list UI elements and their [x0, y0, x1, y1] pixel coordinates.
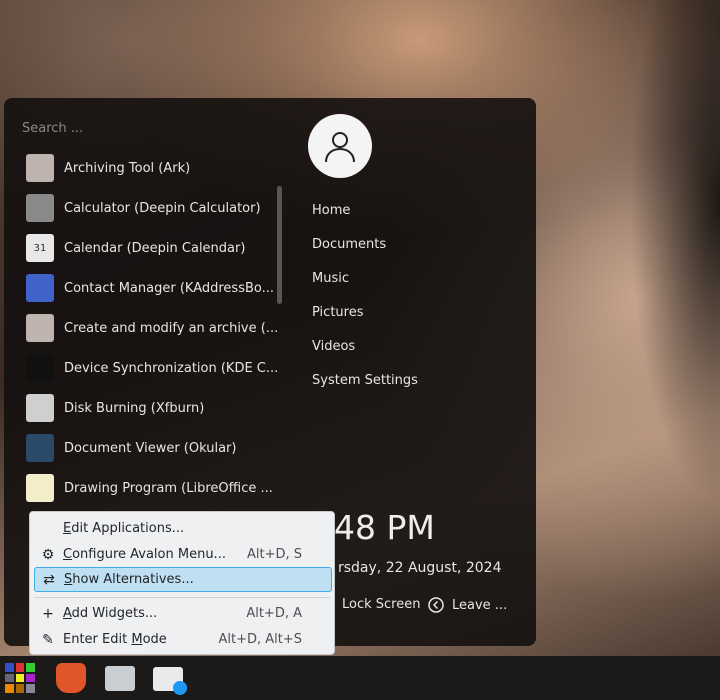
app-list-item[interactable]: 31 Calendar (Deepin Calendar): [26, 228, 245, 268]
app-label: Disk Burning (Xfburn): [64, 400, 205, 416]
disc-icon: [26, 394, 54, 422]
contact-icon: [26, 274, 54, 302]
app-list-item[interactable]: Archiving Tool (Ark): [26, 148, 190, 188]
menu-item-shortcut: Alt+D, S: [246, 547, 302, 562]
menu-item-label: Add Widgets...: [63, 606, 158, 621]
place-videos[interactable]: Videos: [312, 339, 355, 354]
menu-item-label: Enter Edit Mode: [63, 632, 167, 647]
app-list-item[interactable]: Document Viewer (Okular): [26, 428, 236, 468]
brave-browser-icon[interactable]: [56, 663, 86, 693]
app-label: Archiving Tool (Ark): [64, 160, 191, 176]
kde-connect-icon: [26, 354, 54, 382]
context-menu: Edit Applications... ⚙ Configure Avalon Me…: [29, 511, 335, 655]
app-list-item[interactable]: Disk Burning (Xfburn): [26, 388, 204, 428]
app-label: Contact Manager (KAddressBo...: [64, 280, 275, 296]
clock-time: 48 PM: [334, 508, 435, 547]
okular-icon: [26, 434, 54, 462]
menu-separator: [34, 597, 330, 598]
user-icon: [325, 132, 355, 163]
app-list-item[interactable]: Drawing Program (LibreOffice ...: [26, 468, 273, 508]
menu-item[interactable]: ⇄ Show Alternatives...: [34, 567, 332, 592]
app-label: Calendar (Deepin Calendar): [64, 240, 246, 256]
place-documents[interactable]: Documents: [312, 237, 386, 252]
plus-icon: +: [42, 605, 54, 622]
user-avatar[interactable]: [308, 114, 372, 178]
app-launcher-icon[interactable]: [5, 663, 35, 693]
pencil-icon: ✎: [42, 631, 54, 648]
libreoffice-draw-icon: [26, 474, 54, 502]
menu-item[interactable]: Edit Applications...: [34, 516, 332, 541]
app-label: Create and modify an archive (...: [64, 320, 279, 336]
menu-item[interactable]: ✎ Enter Edit Mode Alt+D, Alt+S: [34, 627, 332, 652]
app-list-item[interactable]: Contact Manager (KAddressBo...: [26, 268, 274, 308]
wallpaper-shadow: [600, 0, 720, 660]
archive-icon: [26, 154, 54, 182]
app-list-item[interactable]: Create and modify an archive (...: [26, 308, 278, 348]
app-label: Document Viewer (Okular): [64, 440, 237, 456]
calendar-icon: 31: [26, 234, 54, 262]
archive-icon: [26, 314, 54, 342]
menu-item-shortcut: Alt+D, Alt+S: [218, 632, 302, 647]
gear-icon: ⚙: [41, 546, 55, 563]
menu-item[interactable]: ⚙ Configure Avalon Menu... Alt+D, S: [34, 542, 332, 567]
place-system-settings[interactable]: System Settings: [312, 373, 418, 388]
app-list-item[interactable]: Calculator (Deepin Calculator): [26, 188, 261, 228]
place-music[interactable]: Music: [312, 271, 349, 286]
file-manager-icon[interactable]: [105, 666, 135, 691]
menu-item-label: Configure Avalon Menu...: [63, 547, 226, 562]
place-pictures[interactable]: Pictures: [312, 305, 363, 320]
lock-screen-label: Lock Screen: [342, 597, 421, 612]
app-label: Device Synchronization (KDE C...: [64, 360, 279, 376]
search-input[interactable]: Search ...: [22, 121, 83, 136]
place-home[interactable]: Home: [312, 203, 350, 218]
menu-item-label: Show Alternatives...: [64, 572, 194, 587]
app-label: Drawing Program (LibreOffice ...: [64, 480, 273, 496]
taskbar: [0, 656, 720, 700]
discover-store-icon[interactable]: [153, 667, 187, 695]
leave-label: Leave ...: [452, 597, 508, 613]
alternatives-icon: ⇄: [43, 571, 55, 588]
calculator-icon: [26, 194, 54, 222]
leave-icon: [428, 597, 444, 613]
clock-date: rsday, 22 August, 2024: [338, 560, 502, 576]
menu-item-label: Edit Applications...: [63, 521, 185, 536]
scrollbar[interactable]: [277, 186, 282, 304]
lock-screen-button[interactable]: Lock Screen: [342, 597, 420, 612]
leave-button[interactable]: Leave ...: [428, 597, 507, 613]
menu-item-shortcut: Alt+D, A: [246, 606, 302, 621]
app-label: Calculator (Deepin Calculator): [64, 200, 261, 216]
app-list-item[interactable]: Device Synchronization (KDE C...: [26, 348, 278, 388]
menu-item[interactable]: + Add Widgets... Alt+D, A: [34, 601, 332, 626]
